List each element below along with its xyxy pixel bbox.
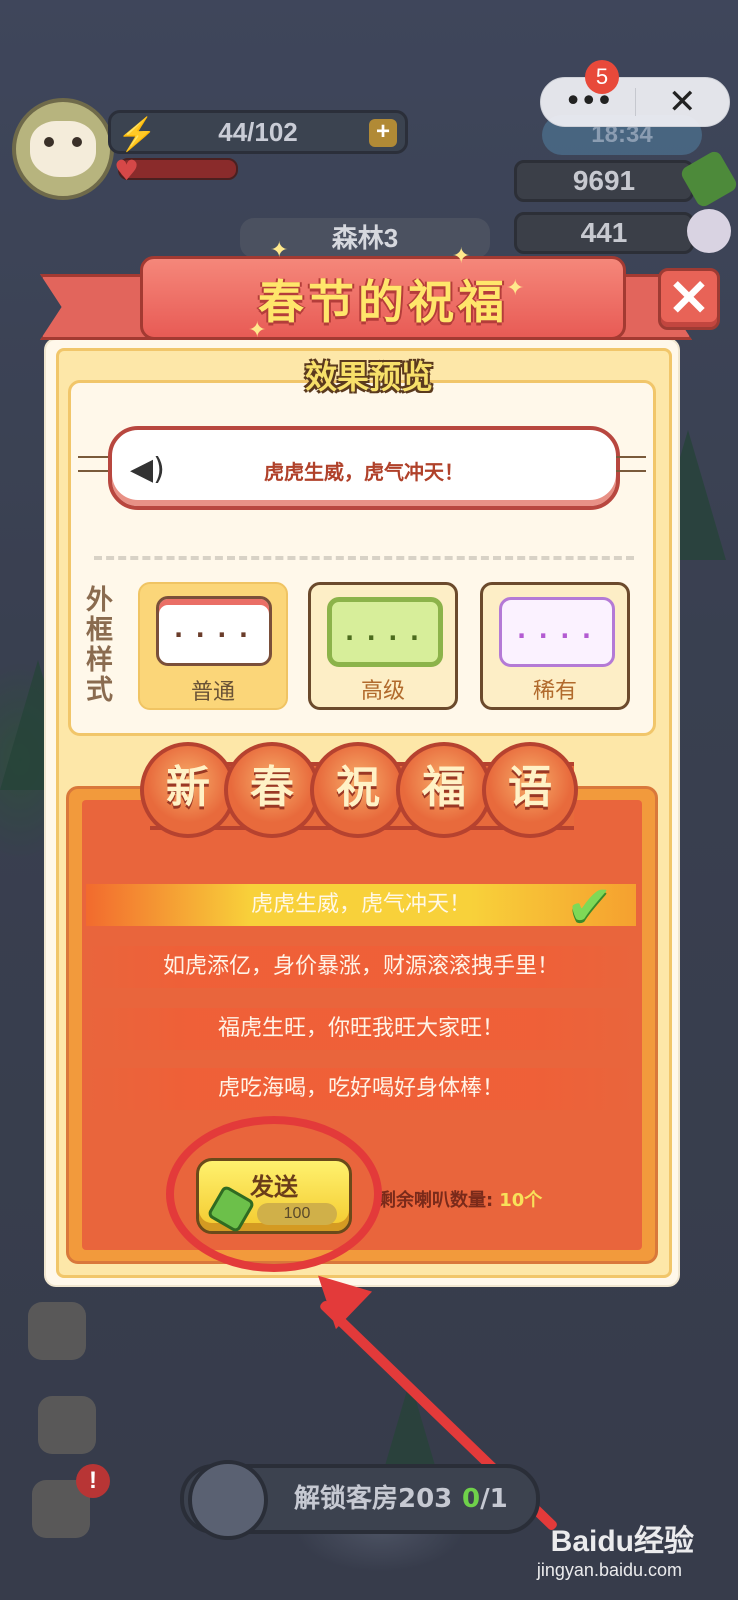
bamboo-counter: 9691 bbox=[514, 148, 738, 210]
alert-badge: ! bbox=[76, 1464, 110, 1498]
wishes-heading-char: 福 bbox=[396, 742, 492, 838]
energy-value: 44/102 bbox=[218, 116, 298, 147]
wishes-heading-char: 新 bbox=[140, 742, 236, 838]
frame-preview-rare: .... bbox=[499, 597, 615, 667]
heart-icon: ♥ bbox=[114, 154, 140, 187]
watermark-brand: Baidu经验 bbox=[550, 1525, 694, 1558]
frame-style-advanced[interactable]: .... 高级 bbox=[308, 582, 458, 710]
shirt-icon[interactable] bbox=[28, 1302, 86, 1360]
preview-bubble: ◀) 虎虎生威，虎气冲天！ bbox=[108, 426, 620, 510]
frame-style-label-advanced: 高级 bbox=[360, 679, 405, 704]
frame-style-rare[interactable]: .... 稀有 bbox=[480, 582, 630, 710]
clipboard-icon bbox=[188, 1460, 268, 1540]
wish-option-2[interactable]: 如虎添亿，身价暴涨，财源滚滚拽手里！ bbox=[86, 946, 636, 988]
close-miniprogram-button[interactable]: ✕ bbox=[636, 82, 730, 122]
unlock-label: 解锁客房203 bbox=[294, 1484, 453, 1514]
frame-preview-advanced: .... bbox=[327, 597, 443, 667]
divider bbox=[94, 556, 634, 560]
wishes-heading-char: 祝 bbox=[310, 742, 406, 838]
remaining-value: 10个 bbox=[499, 1190, 543, 1211]
sparkle-icon: ✦ bbox=[506, 276, 525, 301]
more-menu-button[interactable]: ••• bbox=[541, 82, 635, 122]
unlock-progress-current: 0 bbox=[462, 1484, 481, 1514]
magnifier-icon[interactable] bbox=[38, 1396, 96, 1454]
pearl-value: 441 bbox=[580, 217, 628, 248]
wishes-heading-char: 语 bbox=[482, 742, 578, 838]
watermark-url: jingyan.baidu.com bbox=[536, 1560, 682, 1580]
add-energy-button[interactable]: + bbox=[369, 119, 397, 147]
frame-style-label-normal: 普通 bbox=[190, 680, 235, 705]
pearl-icon bbox=[687, 209, 731, 253]
miniprogram-capsule: ••• ✕ 5 bbox=[540, 60, 730, 127]
dialog-title: 春节的祝福 bbox=[258, 275, 508, 329]
sparkle-icon: ✦ bbox=[270, 238, 289, 263]
remaining-horns: 剩余喇叭数量: 10个 bbox=[378, 1186, 542, 1212]
wish-option-4[interactable]: 虎吃海喝，吃好喝好身体棒！ bbox=[86, 1068, 636, 1110]
sparkle-icon: ✦ bbox=[452, 244, 471, 269]
notification-badge: 5 bbox=[585, 60, 619, 94]
remaining-label: 剩余喇叭数量: bbox=[378, 1190, 494, 1211]
unlock-room-button[interactable]: 解锁客房203 0/1 bbox=[180, 1460, 540, 1540]
checkmark-icon: ✔ bbox=[566, 874, 613, 939]
unlock-progress: 0/1 bbox=[462, 1468, 508, 1530]
whisker-left-2 bbox=[78, 470, 108, 472]
dialog-close-button[interactable]: ✕ bbox=[658, 268, 720, 330]
whisker-left-1 bbox=[78, 456, 108, 458]
sparkle-icon: ✦ bbox=[248, 318, 267, 343]
bamboo-value: 9691 bbox=[572, 165, 636, 196]
wish-option-3[interactable]: 福虎生旺，你旺我旺大家旺！ bbox=[86, 1008, 636, 1050]
lightning-icon: ⚡ bbox=[117, 116, 157, 152]
title-ribbon: 春节的祝福 bbox=[40, 248, 692, 352]
whisker-right-2 bbox=[616, 470, 646, 472]
wishes-heading-char: 春 bbox=[224, 742, 320, 838]
preview-heading: 效果预览 bbox=[304, 358, 433, 396]
preview-message: 虎虎生威，虎气冲天！ bbox=[264, 460, 464, 484]
unlock-progress-total: /1 bbox=[480, 1484, 508, 1514]
player-avatar[interactable] bbox=[12, 98, 114, 200]
annotation-circle bbox=[166, 1116, 382, 1272]
health-bar: ♥ bbox=[114, 154, 238, 187]
frame-style-normal[interactable]: .... 普通 bbox=[138, 582, 288, 710]
frame-style-label-rare: 稀有 bbox=[532, 679, 577, 704]
panda-face bbox=[30, 121, 96, 177]
frame-preview-normal: .... bbox=[156, 596, 272, 666]
wish-option-1[interactable]: 虎虎生威，虎气冲天！ bbox=[86, 884, 636, 926]
energy-bar: ⚡ 44/102 + bbox=[108, 110, 408, 154]
whisker-right-1 bbox=[616, 456, 646, 458]
frame-style-label: 外框样式 bbox=[86, 585, 113, 706]
